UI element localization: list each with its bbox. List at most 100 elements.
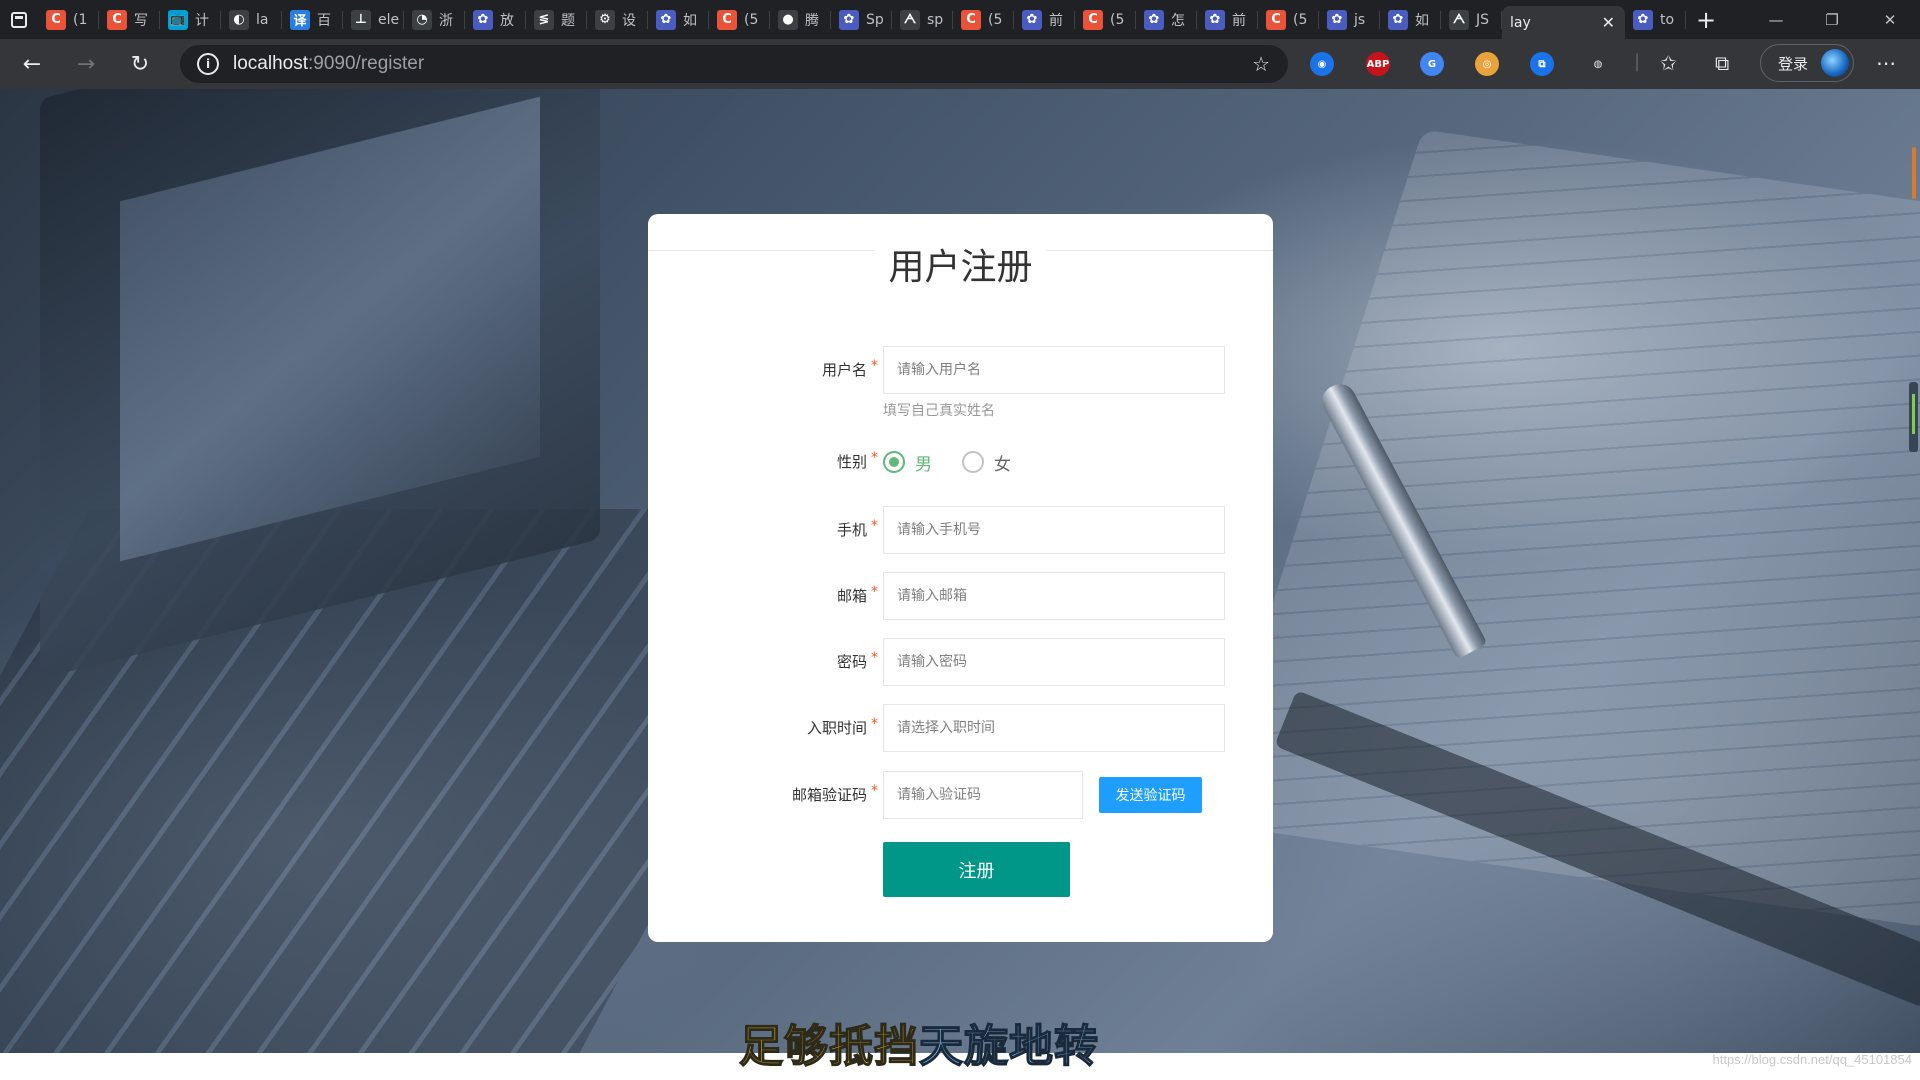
browser-tab[interactable]: ✿ js	[1319, 0, 1380, 39]
browser-tab[interactable]: C (5	[1258, 0, 1319, 39]
csdn-icon: C	[1083, 9, 1103, 30]
username-hint: 填写自己真实姓名	[883, 403, 995, 419]
tab-title: 百	[317, 12, 331, 29]
browser-tab[interactable]: C (5	[953, 0, 1014, 39]
more-menu-icon[interactable]: ⋯	[1876, 51, 1896, 75]
email-label: 邮箱	[836, 587, 867, 605]
tab-title: 怎	[1171, 12, 1185, 29]
gender-radio-female[interactable]: 女	[962, 450, 1011, 475]
browser-tab[interactable]: ⚙ 设	[587, 0, 648, 39]
tab-title: sp	[927, 11, 944, 28]
gear-icon: ⚙	[595, 9, 615, 30]
browser-tab[interactable]: ● 腾	[770, 0, 831, 39]
watermark: https://blog.csdn.net/qq_45101854	[1712, 1052, 1913, 1067]
minimize-icon[interactable]: —	[1748, 0, 1804, 39]
baidu-icon: ✿	[473, 9, 493, 30]
baidu-icon: ✿	[1022, 9, 1042, 30]
page-action-icon[interactable]: ◍	[1586, 52, 1610, 76]
tab-title: 浙	[439, 12, 453, 29]
browser-tab-active[interactable]: lay ✕	[1502, 6, 1625, 39]
favorites-icon[interactable]: ✩	[1660, 51, 1677, 75]
browser-tab[interactable]: C (5	[1075, 0, 1136, 39]
profile-login-button[interactable]: 登录	[1760, 44, 1854, 82]
browser-tab[interactable]: ✿ 如	[648, 0, 709, 39]
send-code-button[interactable]: 发送验证码	[1099, 777, 1202, 813]
browser-tab[interactable]: ✿ to	[1625, 0, 1686, 39]
video-subtitle: 足够抵挡天旋地转	[0, 1010, 1838, 1074]
browser-tab[interactable]: ✿ 怎	[1136, 0, 1197, 39]
gender-radio-male[interactable]: 男	[883, 450, 932, 475]
browser-tab[interactable]: ᗅ sp	[892, 0, 953, 39]
browser-tab[interactable]: ✿ 放	[465, 0, 526, 39]
leetcode-icon: ≶	[534, 9, 554, 30]
forward-icon[interactable]: →	[64, 46, 108, 82]
browser-tab[interactable]: 译百	[282, 0, 343, 39]
tab-list: C (1 C 写 📺 计 ◐ la 译百 ⊥ ele ◔ 浙 ✿ 放 ≶ 题 ⚙ 设 ✿ 如 C (5 ● 腾 ✿ Sp ᗅ sp C (5…	[38, 0, 1686, 39]
tab-actions-icon[interactable]	[0, 0, 38, 39]
browser-tab[interactable]: 📺 计	[160, 0, 221, 39]
browser-tab[interactable]: ≶ 题	[526, 0, 587, 39]
required-mark: *	[871, 518, 878, 534]
browser-tab[interactable]: ✿ Sp	[831, 0, 892, 39]
layui-icon: ◐	[229, 9, 249, 30]
screenshot-crop-icon[interactable]: ⧉	[1530, 52, 1554, 76]
avatar	[1821, 49, 1849, 77]
edge-collections-icon[interactable]: ◉	[1310, 52, 1334, 76]
register-submit-button[interactable]: 注册	[883, 842, 1070, 897]
register-form-card: 用户注册 用户名 * 填写自己真实姓名 性别 * 男 女 手机 * 邮箱 * 密…	[648, 214, 1273, 942]
browser-tab[interactable]: ✿ 如	[1380, 0, 1441, 39]
browser-tab[interactable]: ◔ 浙	[404, 0, 465, 39]
browser-tab[interactable]: C (5	[709, 0, 770, 39]
tab-title: (5	[1293, 11, 1308, 28]
tab-title: 题	[561, 12, 575, 29]
adblock-plus-icon[interactable]: ABP	[1366, 52, 1390, 76]
email-code-input[interactable]	[883, 771, 1083, 819]
baidu-icon: ✿	[1144, 9, 1164, 30]
browser-toolbar: ← → ↻ i localhost:9090/register ☆ ◉ ABP G ◎…	[0, 39, 1920, 89]
add-favorite-icon[interactable]: ☆	[1252, 52, 1270, 76]
site-info-icon[interactable]: i	[197, 53, 219, 75]
back-icon[interactable]: ←	[10, 46, 54, 82]
chrome-icon[interactable]: ◎	[1475, 52, 1499, 76]
browser-tab[interactable]: ✿ 前	[1197, 0, 1258, 39]
radio-unchecked-icon	[962, 451, 984, 473]
username-input[interactable]	[883, 346, 1225, 394]
new-tab-button[interactable]: +	[1686, 0, 1726, 39]
required-mark: *	[871, 450, 878, 466]
refresh-icon[interactable]: ↻	[118, 46, 162, 82]
restore-icon[interactable]: ❐	[1804, 0, 1860, 39]
address-bar[interactable]: i localhost:9090/register ☆	[180, 45, 1288, 83]
browser-tab[interactable]: ◐ la	[221, 0, 282, 39]
toolbar-divider: |	[1634, 51, 1641, 72]
csdn-icon: C	[717, 9, 737, 30]
tab-title: js	[1354, 11, 1366, 28]
password-label: 密码	[836, 653, 867, 671]
spring-icon: ᗅ	[900, 9, 920, 30]
browser-tab[interactable]: ✿ 前	[1014, 0, 1075, 39]
tab-title: 计	[195, 12, 209, 29]
browser-tab[interactable]: C写	[99, 0, 160, 39]
google-translate-icon[interactable]: G	[1420, 52, 1444, 76]
password-input[interactable]	[883, 638, 1225, 686]
spring-icon: ᗅ	[1449, 9, 1469, 30]
side-panel-handle[interactable]	[1909, 382, 1918, 452]
hire-date-input[interactable]	[883, 704, 1225, 752]
tencent-icon: ●	[778, 9, 798, 30]
username-row: 用户名 *	[648, 346, 1273, 394]
phone-input[interactable]	[883, 506, 1225, 554]
tab-title: (1	[73, 11, 88, 28]
email-input[interactable]	[883, 572, 1225, 620]
tab-title: 放	[500, 12, 514, 29]
browser-tab[interactable]: ⊥ ele	[343, 0, 404, 39]
browser-tab[interactable]: C (1	[38, 0, 99, 39]
close-window-icon[interactable]: ✕	[1862, 0, 1918, 39]
scrollbar-marker[interactable]	[1912, 147, 1916, 199]
url-text[interactable]: localhost:9090/register	[233, 53, 424, 75]
tab-title: to	[1660, 11, 1675, 28]
close-tab-icon[interactable]: ✕	[1602, 13, 1615, 32]
hire-date-row: 入职时间 *	[648, 704, 1273, 752]
collections-icon[interactable]: ⧉	[1715, 51, 1729, 75]
form-title-wrap: 用户注册	[648, 238, 1273, 290]
browser-tab[interactable]: ᗅ JS	[1441, 0, 1502, 39]
email-row: 邮箱 *	[648, 572, 1273, 620]
